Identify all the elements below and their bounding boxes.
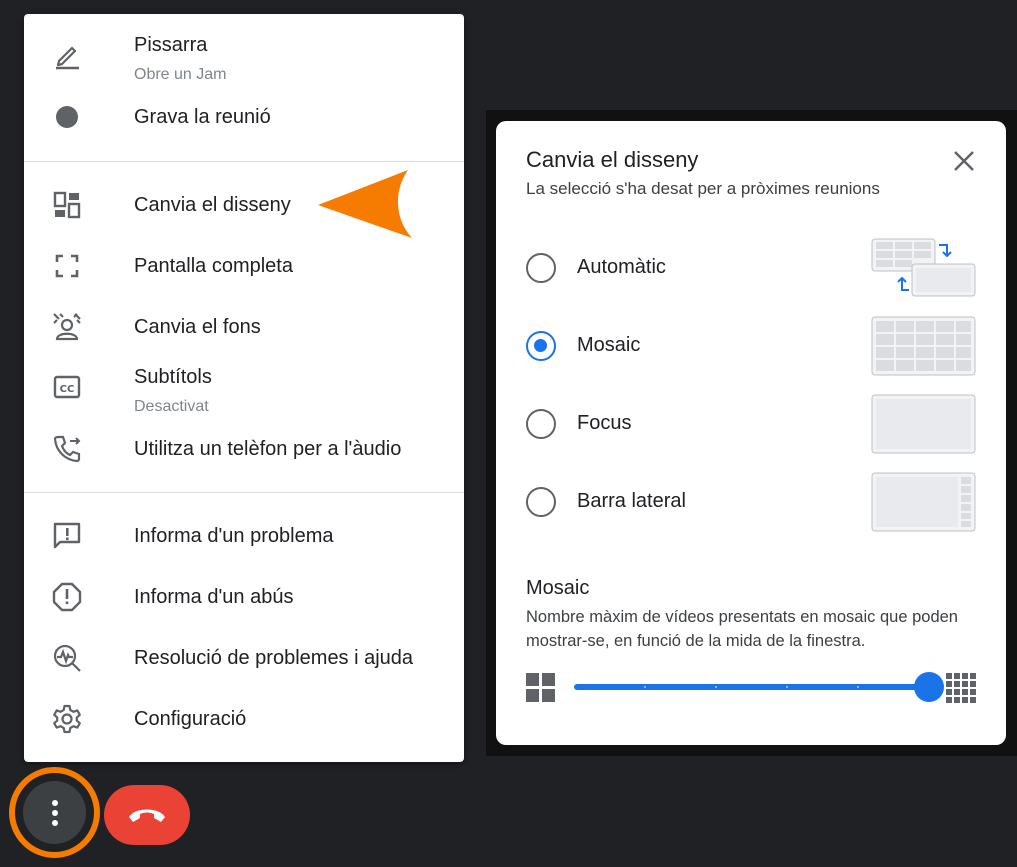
menu-divider: [24, 492, 464, 493]
radio-button[interactable]: [526, 487, 556, 517]
menu-item-settings[interactable]: Configuració: [24, 704, 464, 746]
grid-large-icon: [946, 673, 976, 703]
menu-item-report-problem[interactable]: Informa d'un problema: [24, 522, 464, 563]
annotation-arrow-icon: [318, 170, 412, 238]
menu-item-label: Pissarra: [134, 34, 208, 56]
svg-text:CC: CC: [60, 384, 75, 395]
menu-item-change-background[interactable]: Canvia el fons: [24, 313, 464, 354]
menu-item-captions[interactable]: CC Subtítols Desactivat: [24, 364, 464, 424]
troubleshoot-icon: [50, 641, 84, 675]
end-call-icon: [129, 809, 165, 822]
slider-tick: [644, 686, 646, 688]
slider-tick: [857, 686, 859, 688]
close-button[interactable]: [948, 145, 980, 177]
radio-button[interactable]: [526, 409, 556, 439]
menu-item-fullscreen[interactable]: Pantalla completa: [24, 253, 464, 293]
menu-item-sublabel: Obre un Jam: [134, 66, 227, 83]
tile-section-description: Nombre màxim de vídeos presentats en mos…: [526, 608, 958, 650]
layout-option-spotlight[interactable]: Focus: [524, 394, 984, 454]
menu-item-label: Canvia el disseny: [134, 194, 291, 216]
radio-button[interactable]: [526, 253, 556, 283]
tile-section-title: Mosaic: [526, 577, 590, 599]
dialog-subtitle: La selecció s'ha desat per a pròximes re…: [526, 179, 880, 198]
option-label: Mosaic: [577, 334, 641, 356]
change-layout-dialog: Canvia el disseny La selecció s'ha desat…: [496, 121, 1006, 745]
captions-icon: CC: [50, 370, 84, 404]
menu-item-sublabel: Desactivat: [134, 398, 209, 415]
layout-option-sidebar[interactable]: Barra lateral: [524, 472, 984, 532]
menu-item-label: Canvia el fons: [134, 316, 261, 338]
more-options-menu: Pissarra Obre un Jam Grava la reunió Can…: [24, 14, 464, 762]
auto-layout-preview-icon: [871, 238, 976, 297]
sidebar-layout-preview-icon: [871, 472, 976, 532]
menu-item-label: Pantalla completa: [134, 255, 293, 277]
more-vert-icon: [51, 799, 58, 826]
layout-option-tiled[interactable]: Mosaic: [524, 316, 984, 376]
menu-item-report-abuse[interactable]: Informa d'un abús: [24, 582, 464, 624]
menu-item-label: Resolució de problemes i ajuda: [134, 647, 414, 669]
menu-item-label: Subtítols: [134, 366, 212, 388]
feedback-icon: [50, 519, 84, 553]
menu-item-troubleshooting[interactable]: Resolució de problemes i ajuda: [24, 644, 464, 685]
menu-item-label: Informa d'un abús: [134, 586, 294, 608]
tiled-layout-preview-icon: [871, 316, 976, 376]
end-call-button[interactable]: [104, 785, 190, 845]
gear-icon: [50, 702, 84, 736]
menu-divider: [24, 161, 464, 162]
grid-small-icon: [526, 673, 555, 702]
dialog-title: Canvia el disseny: [526, 147, 699, 172]
menu-item-phone-audio[interactable]: Utilitza un telèfon per a l'àudio: [24, 435, 464, 476]
radio-button-selected[interactable]: [526, 331, 556, 361]
slider-tick: [715, 686, 717, 688]
layout-option-auto[interactable]: Automàtic: [524, 238, 984, 298]
tile-count-slider[interactable]: [574, 684, 930, 690]
pen-icon: [50, 38, 84, 72]
report-icon: [50, 580, 84, 614]
menu-item-label: Utilitza un telèfon per a l'àudio: [134, 438, 402, 460]
toolbar-background: [486, 756, 1017, 867]
menu-item-whiteboard[interactable]: Pissarra Obre un Jam: [24, 32, 464, 102]
option-label: Focus: [577, 412, 632, 434]
layout-icon: [50, 188, 84, 222]
menu-item-record[interactable]: Grava la reunió: [24, 104, 464, 144]
record-icon: [50, 100, 84, 134]
fullscreen-icon: [50, 249, 84, 283]
menu-item-label: Informa d'un problema: [134, 525, 334, 547]
spotlight-layout-preview-icon: [871, 394, 976, 454]
option-label: Barra lateral: [577, 490, 686, 512]
slider-thumb[interactable]: [914, 672, 944, 702]
more-options-button[interactable]: [23, 781, 86, 844]
slider-tick: [786, 686, 788, 688]
menu-item-label: Configuració: [134, 708, 247, 730]
close-icon: [954, 151, 974, 171]
phone-forward-icon: [50, 432, 84, 466]
menu-item-label: Grava la reunió: [134, 106, 271, 128]
option-label: Automàtic: [577, 256, 666, 278]
background-icon: [50, 310, 84, 344]
